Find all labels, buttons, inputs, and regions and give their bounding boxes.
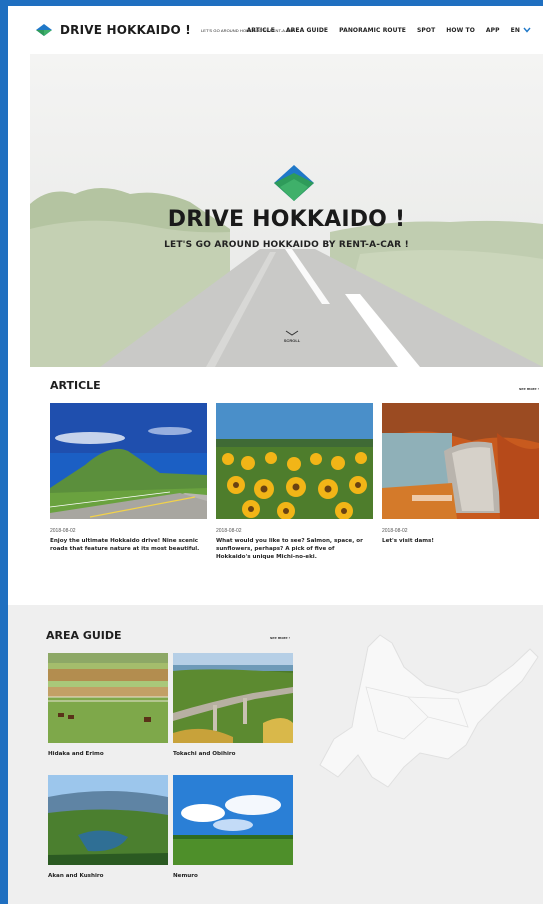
mountain-road-image xyxy=(50,403,207,519)
main-menu: ARTICLE AREA GUIDE PANORAMIC ROUTE SPOT … xyxy=(247,6,531,54)
article-title[interactable]: Enjoy the ultimate Hokkaido drive! Nine … xyxy=(50,537,200,553)
scroll-indicator[interactable]: SCROLL xyxy=(277,330,307,343)
browser-page: DRIVE HOKKAIDO ! LET'S GO AROUND HOKKAID… xyxy=(8,6,543,904)
dam-autumn-image xyxy=(382,403,539,519)
article-date: 2018-08-02 xyxy=(216,528,242,534)
area-card[interactable]: Tokachi and Obihiro xyxy=(173,653,293,757)
area-guide-heading: AREA GUIDE xyxy=(46,629,122,642)
area-label[interactable]: Tokachi and Obihiro xyxy=(173,751,293,757)
hero-banner: DRIVE HOKKAIDO ! LET'S GO AROUND HOKKAID… xyxy=(30,54,543,367)
lake-forest-image xyxy=(48,775,168,865)
menu-item-spot[interactable]: SPOT xyxy=(417,27,435,34)
article-date: 2018-08-02 xyxy=(50,528,76,534)
top-nav: DRIVE HOKKAIDO ! LET'S GO AROUND HOKKAID… xyxy=(8,6,543,54)
article-heading: ARTICLE xyxy=(50,379,101,392)
scroll-label: SCROLL xyxy=(283,338,301,343)
area-thumbnail xyxy=(173,653,293,743)
sky-meadow-image xyxy=(173,775,293,865)
article-card[interactable]: 2018-08-02 Let's visit dams! xyxy=(382,403,539,545)
article-thumbnail xyxy=(50,403,207,519)
language-selector[interactable]: EN xyxy=(511,27,531,34)
logo-icon xyxy=(36,24,52,36)
chevron-down-icon xyxy=(523,27,531,33)
article-thumbnail xyxy=(216,403,373,519)
chevron-down-icon xyxy=(285,330,299,336)
sunflower-field-image xyxy=(216,403,373,519)
hero-subtitle: LET'S GO AROUND HOKKAIDO BY RENT-A-CAR ! xyxy=(164,240,409,250)
article-see-more-link[interactable]: see more › xyxy=(519,386,539,391)
area-label[interactable]: Akan and Kushiro xyxy=(48,873,168,879)
menu-item-panoramic-route[interactable]: PANORAMIC ROUTE xyxy=(339,27,406,34)
menu-item-app[interactable]: APP xyxy=(486,27,500,34)
site-logo[interactable]: DRIVE HOKKAIDO ! xyxy=(60,23,191,37)
article-title[interactable]: What would you like to see? Salmon, spac… xyxy=(216,537,366,561)
article-title[interactable]: Let's visit dams! xyxy=(382,537,532,545)
hero-title: DRIVE HOKKAIDO ! xyxy=(167,207,406,232)
area-thumbnail xyxy=(48,775,168,865)
language-label: EN xyxy=(510,26,520,34)
hokkaido-map-image xyxy=(319,634,539,788)
article-thumbnail xyxy=(382,403,539,519)
menu-item-how-to[interactable]: HOW TO xyxy=(446,27,475,34)
area-label[interactable]: Hidaka and Erimo xyxy=(48,751,168,757)
area-label[interactable]: Nemuro xyxy=(173,873,293,879)
menu-item-article[interactable]: ARTICLE xyxy=(247,27,275,34)
area-thumbnail xyxy=(173,775,293,865)
hero-logo-icon xyxy=(274,165,314,201)
area-card[interactable]: Hidaka and Erimo xyxy=(48,653,168,757)
bridge-forest-image xyxy=(173,653,293,743)
article-date: 2018-08-02 xyxy=(382,528,408,534)
area-card[interactable]: Nemuro xyxy=(173,775,293,879)
area-thumbnail xyxy=(48,653,168,743)
area-guide-see-more-link[interactable]: see more › xyxy=(270,635,290,640)
pasture-horses-image xyxy=(48,653,168,743)
area-card[interactable]: Akan and Kushiro xyxy=(48,775,168,879)
menu-item-area-guide[interactable]: AREA GUIDE xyxy=(286,27,328,34)
article-card[interactable]: 2018-08-02 What would you like to see? S… xyxy=(216,403,373,561)
article-card[interactable]: 2018-08-02 Enjoy the ultimate Hokkaido d… xyxy=(50,403,207,553)
area-guide-section: AREA GUIDE see more › Hidaka and Erimo T… xyxy=(8,605,543,904)
